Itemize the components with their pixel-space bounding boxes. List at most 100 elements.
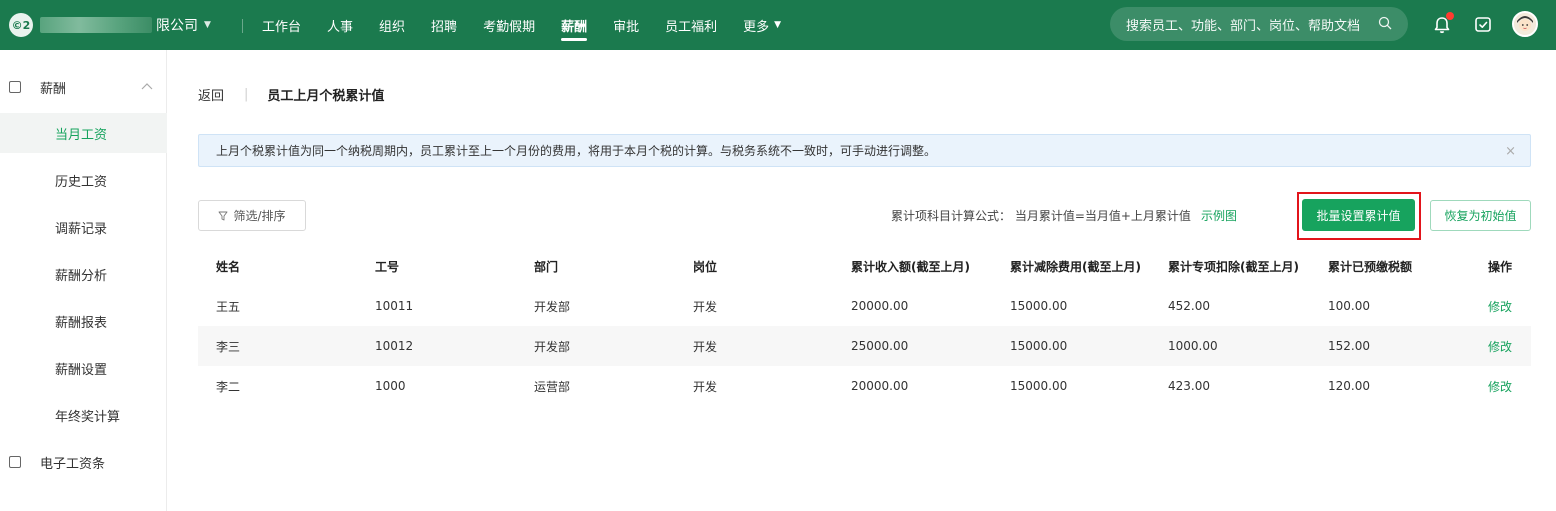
sidebar: 薪酬 当月工资 历史工资 调薪记录 薪酬分析 薪酬报表 薪酬设置 年终奖计算 电…: [0, 50, 167, 511]
nav-item-workbench[interactable]: 工作台: [262, 0, 301, 50]
nav-item-salary[interactable]: 薪酬: [561, 0, 587, 50]
nav-label: 员工福利: [665, 19, 718, 35]
filter-button-label: 筛选/排序: [233, 209, 286, 223]
cell-id: 10011: [375, 299, 414, 313]
cell-id: 1000: [375, 379, 406, 393]
example-link[interactable]: 示例图: [1201, 209, 1237, 223]
edit-link[interactable]: 修改: [1488, 366, 1512, 406]
sidebar-group-salary[interactable]: 薪酬: [0, 67, 167, 107]
sidebar-item-salary-adjust[interactable]: 调薪记录: [0, 207, 167, 247]
nav-item-benefits[interactable]: 员工福利: [665, 0, 717, 50]
main-nav: 工作台 人事 组织 招聘 考勤假期 薪酬 审批 员工福利 更多 ▼: [262, 0, 807, 50]
column-header: 部门: [534, 259, 559, 274]
sidebar-group-label: 薪酬: [40, 81, 67, 97]
nav-label: 人事: [327, 19, 354, 35]
column-header: 工号: [375, 259, 400, 274]
salary-icon: [9, 81, 21, 93]
cell-income: 20000.00: [851, 379, 909, 393]
feedback-icon[interactable]: [1471, 13, 1495, 37]
cell-income: 25000.00: [851, 339, 909, 353]
nav-label: 组织: [379, 19, 406, 35]
chevron-up-icon: [141, 83, 153, 90]
sidebar-item-salary-analysis[interactable]: 薪酬分析: [0, 254, 167, 294]
cell-special-deduction: 452.00: [1168, 299, 1210, 313]
caret-down-icon: ▼: [204, 20, 211, 30]
edit-link[interactable]: 修改: [1488, 286, 1512, 326]
nav-item-recruit[interactable]: 招聘: [431, 0, 457, 50]
edit-link[interactable]: 修改: [1488, 326, 1512, 366]
search-placeholder: 搜索员工、功能、部门、岗位、帮助文档: [1126, 18, 1361, 34]
column-header: 累计收入额(截至上月): [851, 259, 970, 274]
cell-deduction: 15000.00: [1010, 379, 1068, 393]
cell-id: 10012: [375, 339, 414, 353]
nav-label: 薪酬: [561, 19, 588, 35]
sidebar-group-label: 电子工资条: [40, 456, 106, 472]
cell-special-deduction: 423.00: [1168, 379, 1210, 393]
company-switcher[interactable]: 限公司 ▼: [40, 0, 211, 50]
info-notice: 上月个税累计值为同一个纳税周期内，员工累计至上一个月份的费用，将用于本月个税的计…: [198, 134, 1531, 167]
company-name-redacted: [40, 17, 152, 33]
app-logo[interactable]: ©2: [9, 13, 33, 37]
sidebar-item-label: 薪酬设置: [55, 362, 108, 378]
nav-item-attendance[interactable]: 考勤假期: [483, 0, 535, 50]
top-navigation-bar: ©2 限公司 ▼ 工作台 人事 组织 招聘 考勤假期 薪酬 审批 员工福利 更多…: [0, 0, 1556, 50]
sidebar-item-label: 年终奖计算: [55, 409, 121, 425]
topbar-divider: [242, 19, 243, 33]
cell-income: 20000.00: [851, 299, 909, 313]
sidebar-item-label: 当月工资: [55, 127, 108, 143]
cell-prepaid-tax: 100.00: [1328, 299, 1370, 313]
payslip-icon: [9, 456, 21, 468]
cell-position: 开发: [693, 299, 718, 314]
cell-name: 李二: [216, 379, 241, 394]
table-row: 王五 10011 开发部 开发 20000.00 15000.00 452.00…: [198, 286, 1531, 326]
nav-label: 工作台: [262, 19, 302, 35]
cell-name: 王五: [216, 299, 241, 314]
cell-deduction: 15000.00: [1010, 299, 1068, 313]
nav-label: 更多: [743, 19, 770, 35]
column-header: 累计专项扣除(截至上月): [1168, 259, 1299, 274]
user-avatar[interactable]: [1512, 11, 1538, 37]
nav-item-org[interactable]: 组织: [379, 0, 405, 50]
cell-prepaid-tax: 152.00: [1328, 339, 1370, 353]
cell-dept: 开发部: [534, 339, 571, 354]
nav-label: 审批: [613, 19, 640, 35]
column-header: 累计减除费用(截至上月): [1010, 259, 1141, 274]
nav-item-hr[interactable]: 人事: [327, 0, 353, 50]
column-header: 操作: [1488, 259, 1513, 274]
search-icon[interactable]: [1378, 16, 1392, 30]
reset-button[interactable]: 恢复为初始值: [1430, 200, 1531, 231]
tax-table: 姓名 工号 部门 岗位 累计收入额(截至上月) 累计减除费用(截至上月) 累计专…: [198, 246, 1531, 406]
back-link[interactable]: 返回: [198, 85, 224, 104]
cell-special-deduction: 1000.00: [1168, 339, 1218, 353]
sidebar-item-current-salary[interactable]: 当月工资: [0, 113, 167, 153]
sidebar-item-salary-settings[interactable]: 薪酬设置: [0, 348, 167, 388]
sidebar-item-salary-report[interactable]: 薪酬报表: [0, 301, 167, 341]
formula-text: 累计项科目计算公式： 当月累计值=当月值+上月累计值 示例图: [891, 207, 1237, 224]
nav-item-more[interactable]: 更多 ▼: [743, 0, 781, 50]
sidebar-group-payslip[interactable]: 电子工资条: [0, 442, 167, 482]
cell-dept: 运营部: [534, 379, 571, 394]
sidebar-item-bonus-calc[interactable]: 年终奖计算: [0, 395, 167, 435]
sidebar-item-label: 薪酬分析: [55, 268, 108, 284]
sidebar-item-history-salary[interactable]: 历史工资: [0, 160, 167, 200]
cell-prepaid-tax: 120.00: [1328, 379, 1370, 393]
filter-sort-button[interactable]: 筛选/排序: [198, 200, 306, 231]
sidebar-item-label: 调薪记录: [55, 221, 108, 237]
cell-name: 李三: [216, 339, 241, 354]
sidebar-item-label: 历史工资: [55, 174, 108, 190]
close-icon[interactable]: ×: [1505, 144, 1516, 159]
bell-icon[interactable]: [1430, 12, 1454, 37]
formula-label: 累计项科目计算公式： 当月累计值=当月值+上月累计值: [891, 209, 1191, 223]
company-name-suffix: 限公司: [156, 18, 198, 34]
column-header: 累计已预缴税额: [1328, 259, 1413, 274]
batch-set-button[interactable]: 批量设置累计值: [1302, 199, 1415, 231]
page-title: 员工上月个税累计值: [267, 89, 385, 104]
table-row: 李二 1000 运营部 开发 20000.00 15000.00 423.00 …: [198, 366, 1531, 406]
nav-item-approval[interactable]: 审批: [613, 0, 639, 50]
global-search-input[interactable]: 搜索员工、功能、部门、岗位、帮助文档: [1110, 7, 1408, 41]
nav-label: 招聘: [431, 19, 458, 35]
cell-deduction: 15000.00: [1010, 339, 1068, 353]
sidebar-item-label: 薪酬报表: [55, 315, 108, 331]
breadcrumb: 返回 | 员工上月个税累计值: [198, 85, 384, 104]
cell-position: 开发: [693, 379, 718, 394]
